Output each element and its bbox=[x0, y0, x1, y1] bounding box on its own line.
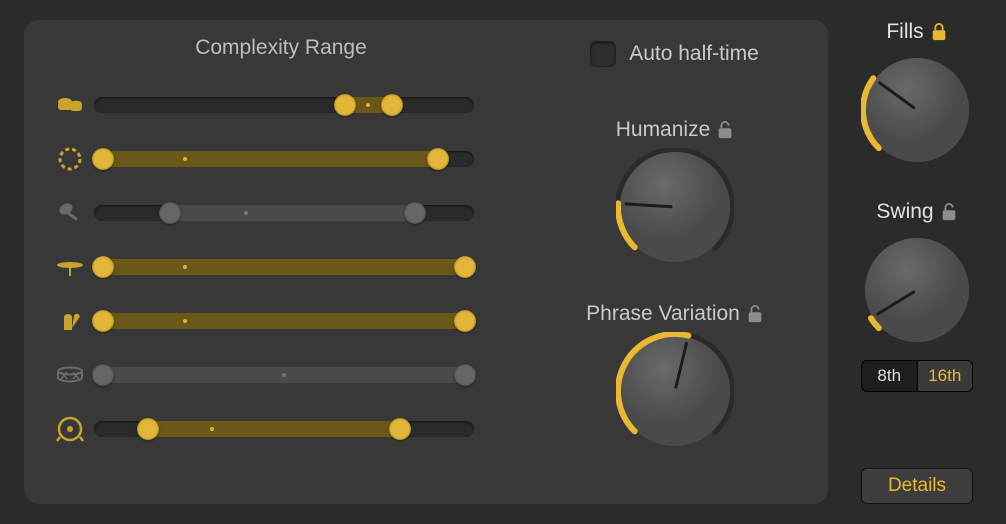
swing-option-8th[interactable]: 8th bbox=[862, 361, 917, 391]
complexity-slider[interactable] bbox=[94, 97, 474, 113]
range-handle-low[interactable] bbox=[92, 148, 114, 170]
range-handle-low[interactable] bbox=[92, 256, 114, 278]
side-column: Fills Swing 8th16th Details bbox=[828, 20, 992, 504]
complexity-slider[interactable] bbox=[94, 259, 474, 275]
swing-resolution-toggle[interactable]: 8th16th bbox=[861, 360, 973, 392]
fills-knob[interactable] bbox=[861, 54, 973, 166]
fills-label: Fills bbox=[886, 20, 923, 44]
range-handle-high[interactable] bbox=[427, 148, 449, 170]
bongos-icon[interactable] bbox=[46, 90, 94, 120]
complexity-row bbox=[46, 78, 516, 132]
kick-icon[interactable] bbox=[46, 414, 94, 444]
phrase-variation-knob[interactable] bbox=[616, 332, 734, 450]
shaker-icon[interactable] bbox=[46, 198, 94, 228]
drummer-panel: Complexity Range Auto half-time Humanize… bbox=[24, 20, 828, 504]
swing-knob[interactable] bbox=[861, 234, 973, 346]
auto-half-time-row[interactable]: Auto half-time bbox=[591, 42, 759, 66]
lock-icon[interactable] bbox=[930, 22, 948, 42]
range-handle-high[interactable] bbox=[389, 418, 411, 440]
swing-label: Swing bbox=[876, 200, 933, 224]
auto-half-time-label: Auto half-time bbox=[629, 42, 759, 66]
range-handle-low[interactable] bbox=[92, 310, 114, 332]
range-handle-high[interactable] bbox=[404, 202, 426, 224]
range-handle-low[interactable] bbox=[137, 418, 159, 440]
range-handle-low[interactable] bbox=[92, 364, 114, 386]
unlock-icon[interactable] bbox=[746, 304, 764, 324]
humanize-label: Humanize bbox=[616, 118, 711, 142]
complexity-slider[interactable] bbox=[94, 421, 474, 437]
snare-icon[interactable] bbox=[46, 360, 94, 390]
complexity-row bbox=[46, 132, 516, 186]
details-label: Details bbox=[888, 475, 946, 497]
range-handle-high[interactable] bbox=[454, 310, 476, 332]
complexity-row bbox=[46, 240, 516, 294]
claps-icon[interactable] bbox=[46, 306, 94, 336]
humanize-group: Humanize bbox=[616, 118, 735, 266]
range-handle-high[interactable] bbox=[454, 256, 476, 278]
complexity-range-title: Complexity Range bbox=[46, 36, 516, 60]
humanize-knob[interactable] bbox=[616, 148, 734, 266]
details-button[interactable]: Details bbox=[861, 468, 973, 504]
unlock-icon[interactable] bbox=[716, 120, 734, 140]
complexity-row bbox=[46, 402, 516, 456]
complexity-range-section: Complexity Range bbox=[46, 36, 516, 482]
complexity-row bbox=[46, 294, 516, 348]
unlock-icon[interactable] bbox=[940, 202, 958, 222]
tambourine-icon[interactable] bbox=[46, 144, 94, 174]
complexity-row bbox=[46, 348, 516, 402]
phrase-variation-label: Phrase Variation bbox=[586, 302, 740, 326]
complexity-slider[interactable] bbox=[94, 367, 474, 383]
phrase-variation-group: Phrase Variation bbox=[586, 302, 764, 450]
auto-half-time-checkbox[interactable] bbox=[591, 42, 615, 66]
complexity-slider[interactable] bbox=[94, 205, 474, 221]
swing-option-16th[interactable]: 16th bbox=[917, 361, 973, 391]
complexity-slider[interactable] bbox=[94, 151, 474, 167]
complexity-row bbox=[46, 186, 516, 240]
complexity-slider[interactable] bbox=[94, 313, 474, 329]
cymbal-icon[interactable] bbox=[46, 252, 94, 282]
range-handle-high[interactable] bbox=[454, 364, 476, 386]
range-handle-high[interactable] bbox=[381, 94, 403, 116]
panel-right: Auto half-time Humanize Phrase Variation bbox=[516, 36, 804, 482]
